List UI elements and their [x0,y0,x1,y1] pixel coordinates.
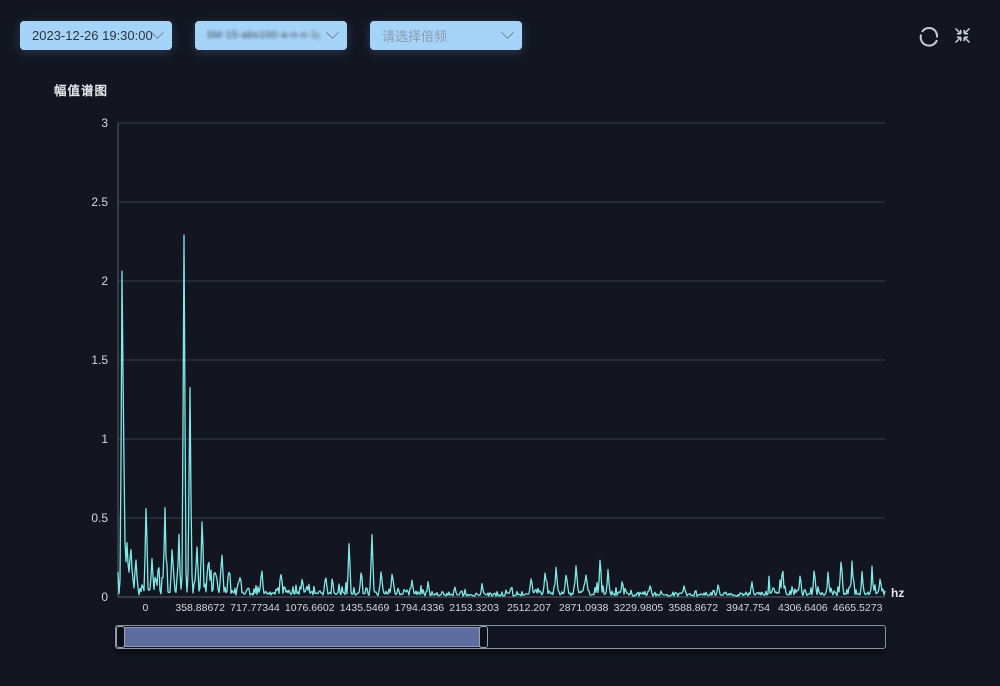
y-axis-tick-label: 2 [0,274,108,288]
x-axis-tick-label: 4306.6406 [778,602,828,614]
y-axis-tick-label: 1.5 [0,353,108,367]
spectrum-dashboard: 2023-12-26 19:30:00 5M-15-abs100-a-n-n-1… [0,0,1000,686]
datazoom-right-handle[interactable] [479,626,488,648]
x-axis-tick-label: 2871.0938 [559,602,609,614]
x-axis-tick-label: 1435.5469 [340,602,390,614]
x-axis-tick-label: 0 [142,602,148,614]
x-axis-tick-label: 358.88672 [175,602,225,614]
x-axis-tick-label: 3588.8672 [668,602,718,614]
x-axis-tick-label: 2512.207 [507,602,551,614]
x-axis-unit-label: hz [891,586,904,600]
y-axis-tick-label: 0.5 [0,511,108,525]
datazoom-left-handle[interactable] [116,626,125,648]
x-axis-tick-label: 717.77344 [230,602,280,614]
spectrum-plot[interactable] [0,0,1000,686]
x-axis-tick-label: 1794.4336 [394,602,444,614]
amplitude-spectrum-chart[interactable]: 0 0.5 1 1.5 2 2.5 3 0 358.88672 717.77344 1076.66… [0,0,1000,686]
x-axis-tick-label: 1076.6602 [285,602,335,614]
x-axis-tick-label: 2153.3203 [449,602,499,614]
x-axis-tick-label: 3229.9805 [614,602,664,614]
y-axis-tick-label: 2.5 [0,195,108,209]
y-axis-tick-label: 0 [0,590,108,604]
y-axis-tick-label: 1 [0,432,108,446]
x-axis-tick-label: 4665.5273 [833,602,883,614]
y-axis-tick-label: 3 [0,116,108,130]
x-axis-tick-label: 3947.754 [726,602,770,614]
datazoom-selection[interactable] [118,627,485,647]
datazoom-slider[interactable] [115,625,886,649]
